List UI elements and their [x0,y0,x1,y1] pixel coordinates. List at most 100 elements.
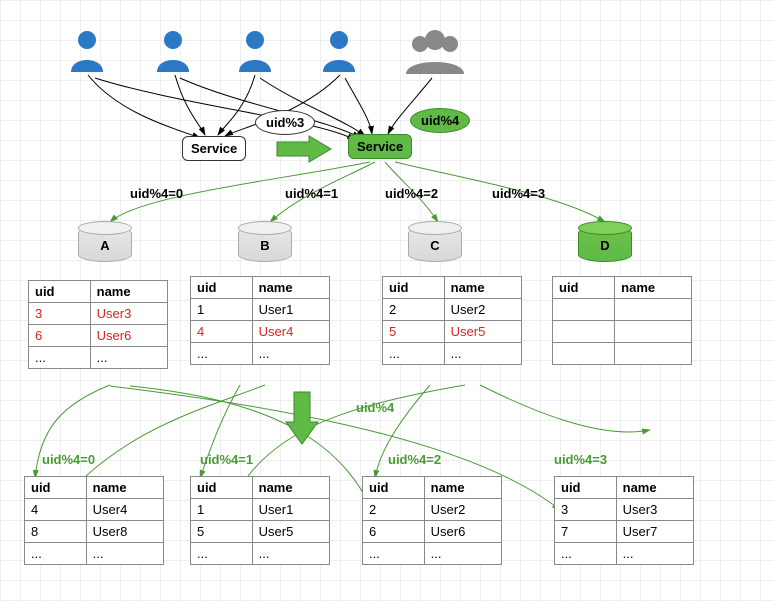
cell [615,343,692,365]
redistribute-arrow-icon [284,390,320,449]
cell: ... [25,543,87,565]
cell: User7 [616,521,693,543]
user-icon [234,28,276,77]
database-b: B [238,226,292,268]
edge-label-uid4-2: uid%4=2 [385,186,438,201]
edge-label-uid4-0: uid%4=0 [130,186,183,201]
cell: ... [363,543,425,565]
cell: 6 [29,325,91,347]
cell: 3 [555,499,617,521]
cell: ... [86,543,163,565]
database-label: B [238,238,292,253]
service-box-old: Service [182,136,246,161]
table-result-3: uidname 3User3 7User7 ...... [554,476,694,565]
database-d: D [578,226,632,268]
table-result-1: uidname 1User1 5User5 ...... [190,476,330,565]
edge-label-b-uid4-0: uid%4=0 [42,452,95,467]
transform-arrow-icon [275,134,335,167]
cell: ... [90,347,167,369]
cell: ... [191,343,253,365]
cell: ... [616,543,693,565]
cell: 3 [29,303,91,325]
database-label: D [578,238,632,253]
user-icon [66,28,108,77]
cell: ... [29,347,91,369]
th-name: name [90,281,167,303]
cell: ... [252,343,329,365]
user-icon [318,28,360,77]
th-uid: uid [553,277,615,299]
cell: 2 [383,299,445,321]
th-name: name [444,277,521,299]
edge-label-uid4-1: uid%4=1 [285,186,338,201]
edge-label-uid4-3: uid%4=3 [492,186,545,201]
th-uid: uid [191,477,253,499]
mid-arrow-label: uid%4 [356,400,394,415]
service-box-new: Service [348,134,412,159]
cell: 4 [25,499,87,521]
cell: 4 [191,321,253,343]
cell: 2 [363,499,425,521]
cell: ... [252,543,329,565]
th-name: name [86,477,163,499]
cell [553,343,615,365]
cell [553,321,615,343]
cell: User2 [424,499,501,521]
cell [615,299,692,321]
th-uid: uid [383,277,445,299]
speech-uid-mod-4: uid%4 [410,108,470,133]
th-uid: uid [25,477,87,499]
cell: User4 [86,499,163,521]
th-name: name [616,477,693,499]
users-group-icon [400,28,470,79]
table-a: uidname 3User3 6User6 ...... [28,280,168,369]
cell: User2 [444,299,521,321]
cell: User5 [444,321,521,343]
cell: 1 [191,299,253,321]
user-icon [152,28,194,77]
th-uid: uid [363,477,425,499]
database-c: C [408,226,462,268]
cell: 5 [191,521,253,543]
edge-label-b-uid4-3: uid%4=3 [554,452,607,467]
cell: User6 [424,521,501,543]
th-name: name [615,277,692,299]
cell [615,321,692,343]
speech-uid-mod-3: uid%3 [255,110,315,135]
edge-label-b-uid4-2: uid%4=2 [388,452,441,467]
table-result-0: uidname 4User4 8User8 ...... [24,476,164,565]
cell: 6 [363,521,425,543]
th-uid: uid [191,277,253,299]
edge-label-b-uid4-1: uid%4=1 [200,452,253,467]
cell: User1 [252,299,329,321]
database-label: C [408,238,462,253]
th-uid: uid [29,281,91,303]
cell: ... [383,343,445,365]
cell: 5 [383,321,445,343]
cell: ... [555,543,617,565]
table-b: uidname 1User1 4User4 ...... [190,276,330,365]
cell: User6 [90,325,167,347]
cell: User1 [252,499,329,521]
cell: ... [191,543,253,565]
th-name: name [252,277,329,299]
cell: User5 [252,521,329,543]
cell: 7 [555,521,617,543]
table-d: uidname [552,276,692,365]
cell: ... [424,543,501,565]
cell: User3 [616,499,693,521]
database-label: A [78,238,132,253]
table-result-2: uidname 2User2 6User6 ...... [362,476,502,565]
th-name: name [424,477,501,499]
database-a: A [78,226,132,268]
th-uid: uid [555,477,617,499]
cell: ... [444,343,521,365]
th-name: name [252,477,329,499]
table-c: uidname 2User2 5User5 ...... [382,276,522,365]
cell [553,299,615,321]
cell: 8 [25,521,87,543]
cell: User4 [252,321,329,343]
cell: User3 [90,303,167,325]
cell: 1 [191,499,253,521]
cell: User8 [86,521,163,543]
